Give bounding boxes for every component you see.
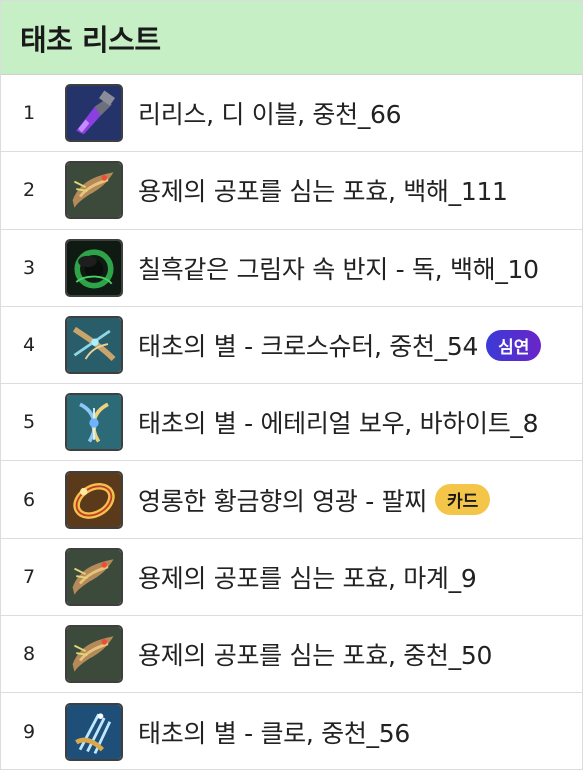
list-item[interactable]: 8 용제의 공포를 심는 포효, 중천_50 <box>1 616 582 694</box>
item-number: 1 <box>23 102 36 125</box>
claw-icon <box>65 703 123 762</box>
purple-gauntlet-icon <box>65 84 123 143</box>
item-number: 4 <box>23 334 36 357</box>
item-number: 7 <box>23 565 36 588</box>
epic-list-panel: 태초 리스트 1 리리스, 디 이블, 중천_66 2 용제의 공포를 심는 포… <box>0 0 583 770</box>
item-name: 태초의 별 - 에테리얼 보우, 바하이트_8 <box>138 409 539 439</box>
list-item[interactable]: 5 태초의 별 - 에테리얼 보우, 바하이트_8 <box>1 384 582 462</box>
item-number: 8 <box>23 643 36 666</box>
dragon-relic-icon <box>65 547 123 606</box>
card-badge: 카드 <box>435 484 491 516</box>
item-name: 리리스, 디 이블, 중천_66 <box>138 100 402 130</box>
crossbow-icon <box>65 316 123 375</box>
list-item[interactable]: 1 리리스, 디 이블, 중천_66 <box>1 75 582 153</box>
item-number: 2 <box>23 179 36 202</box>
item-number: 3 <box>23 256 36 279</box>
item-number: 9 <box>23 721 36 744</box>
item-name: 칠흑같은 그림자 속 반지 - 독, 백해_10 <box>138 254 539 284</box>
ethereal-bow-icon <box>65 393 123 452</box>
item-name: 태초의 별 - 크로스슈터, 중천_54 <box>138 332 479 362</box>
item-name: 태초의 별 - 클로, 중천_56 <box>138 719 410 749</box>
list-item[interactable]: 6 영롱한 황금향의 영광 - 팔찌 카드 <box>1 461 582 539</box>
list-header: 태초 리스트 <box>1 1 582 75</box>
list-item[interactable]: 2 용제의 공포를 심는 포효, 백해_111 <box>1 152 582 230</box>
list-item[interactable]: 4 태초의 별 - 크로스슈터, 중천_54 심연 <box>1 307 582 385</box>
dragon-relic-icon <box>65 625 123 684</box>
item-name: 용제의 공포를 심는 포효, 백해_111 <box>138 177 508 207</box>
golden-bracelet-icon <box>65 470 123 529</box>
item-name: 용제의 공포를 심는 포효, 중천_50 <box>138 641 493 671</box>
item-number: 6 <box>23 488 36 511</box>
item-name: 용제의 공포를 심는 포효, 마계_9 <box>138 563 477 593</box>
item-name: 영롱한 황금향의 영광 - 팔찌 <box>138 486 428 516</box>
list-item[interactable]: 9 태초의 별 - 클로, 중천_56 <box>1 693 582 770</box>
abyss-badge: 심연 <box>486 329 542 361</box>
list-item[interactable]: 7 용제의 공포를 심는 포효, 마계_9 <box>1 539 582 617</box>
list-item[interactable]: 3 칠흑같은 그림자 속 반지 - 독, 백해_10 <box>1 230 582 307</box>
dark-ring-icon <box>65 238 123 297</box>
dragon-relic-icon <box>65 161 123 220</box>
item-number: 5 <box>23 411 36 434</box>
list-title: 태초 리스트 <box>20 22 161 57</box>
